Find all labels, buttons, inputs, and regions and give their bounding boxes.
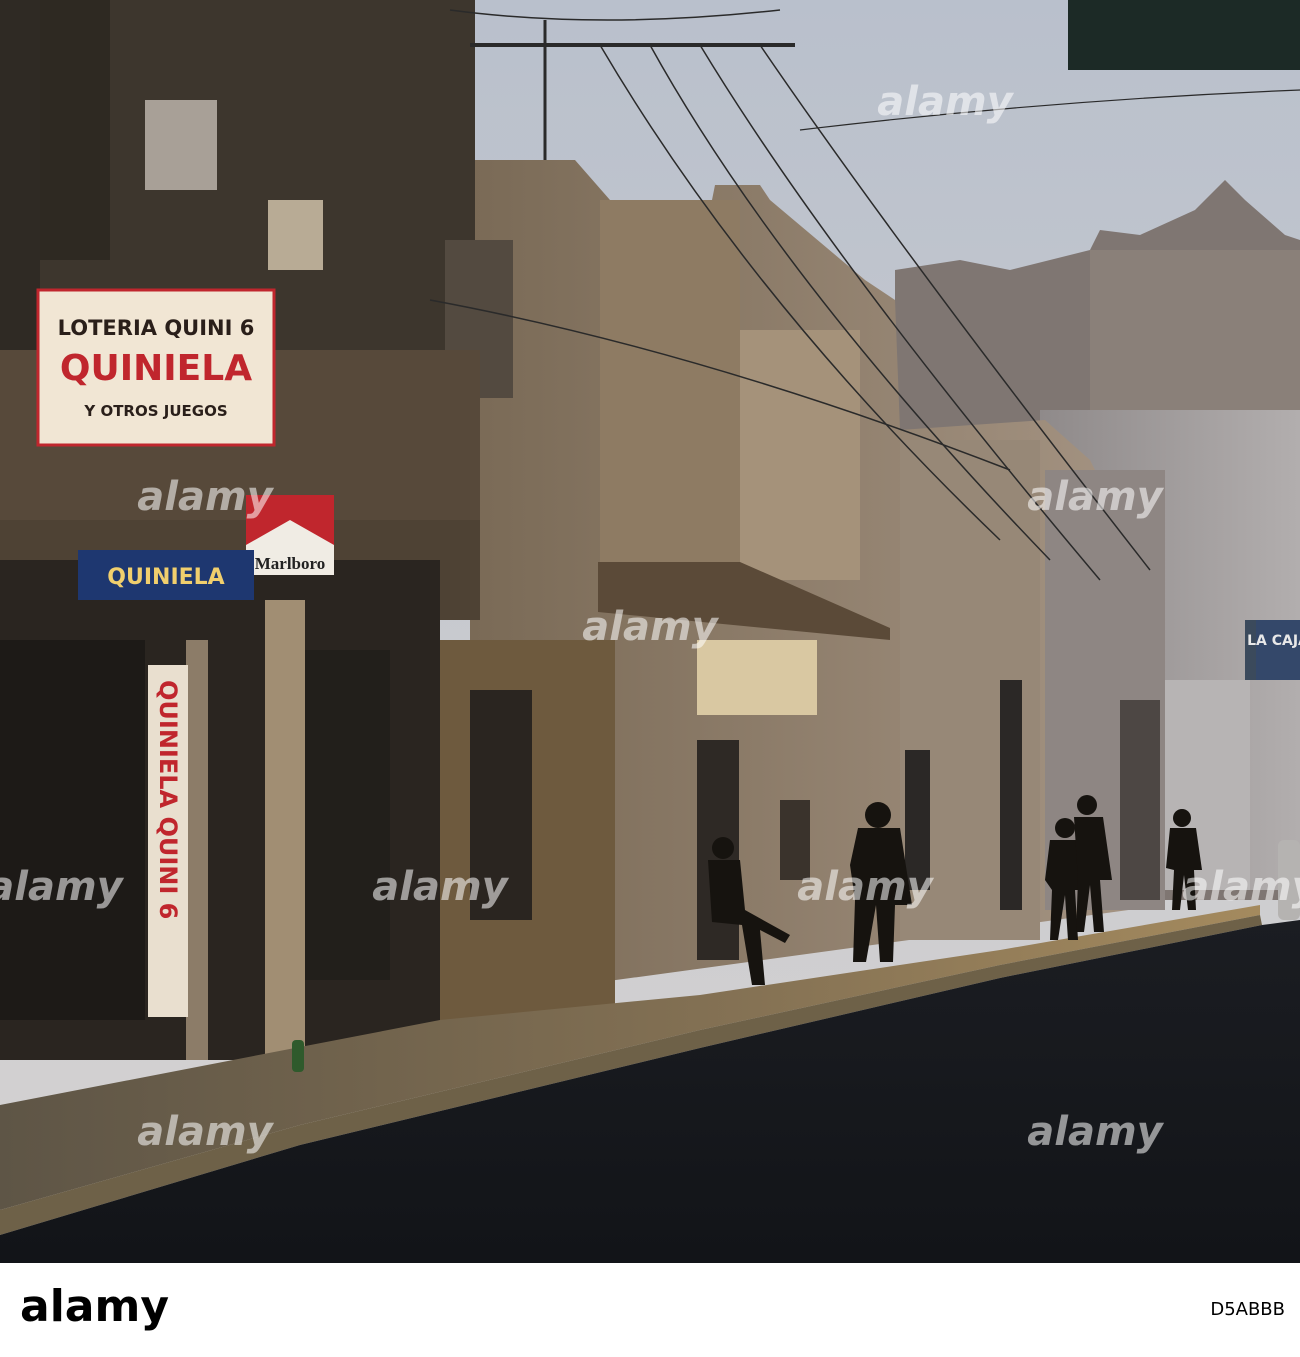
footer-graphic: alamy D5ABBB — [20, 1281, 1285, 1332]
air-conditioner-2 — [268, 200, 323, 270]
watermark-left-1: alamy — [137, 474, 274, 520]
vertical-quiniela-sign: QUINIELA QUINI 6 — [148, 665, 188, 1017]
street-photo: LOTERIA QUINI 6 QUINIELA Y OTROS JUEGOS … — [0, 0, 1300, 1263]
watermark-center: alamy — [582, 604, 719, 650]
quiniela-blue-sign: QUINIELA — [78, 550, 254, 600]
loteria-line2: QUINIELA — [60, 348, 252, 389]
street-scene: LOTERIA QUINI 6 QUINIELA Y OTROS JUEGOS … — [0, 0, 1300, 1263]
watermark-mid-left: alamy — [372, 864, 509, 910]
shop-grille — [0, 640, 145, 1020]
la-caja-text: LA CAJA — [1247, 633, 1300, 649]
vertical-quiniela-text: QUINIELA QUINI 6 — [154, 680, 182, 919]
watermark-bottom-left: alamy — [137, 1109, 274, 1155]
green-bottle — [292, 1040, 304, 1072]
marlboro-text: Marlboro — [255, 554, 326, 573]
loteria-line3: Y OTROS JUEGOS — [83, 402, 227, 420]
watermark-right-2: alamy — [1182, 864, 1300, 910]
footer-image-id: D5ABBB — [1210, 1299, 1285, 1320]
watermark-mid-right: alamy — [797, 864, 934, 910]
hanging-sign-top — [1068, 0, 1300, 70]
watermark-top: alamy — [877, 79, 1014, 125]
footer-bar: alamy D5ABBB — [0, 1263, 1300, 1353]
shop-sign — [697, 640, 817, 715]
watermark-right-1: alamy — [1027, 474, 1164, 520]
quiniela-blue-text: QUINIELA — [107, 565, 224, 590]
loteria-line1: LOTERIA QUINI 6 — [58, 316, 255, 340]
footer-brand-logo: alamy — [20, 1281, 169, 1332]
air-conditioner — [145, 100, 217, 190]
watermark-left-2: alamy — [0, 864, 125, 910]
loteria-sign: LOTERIA QUINI 6 QUINIELA Y OTROS JUEGOS — [36, 288, 276, 447]
watermark-bottom-right: alamy — [1027, 1109, 1164, 1155]
